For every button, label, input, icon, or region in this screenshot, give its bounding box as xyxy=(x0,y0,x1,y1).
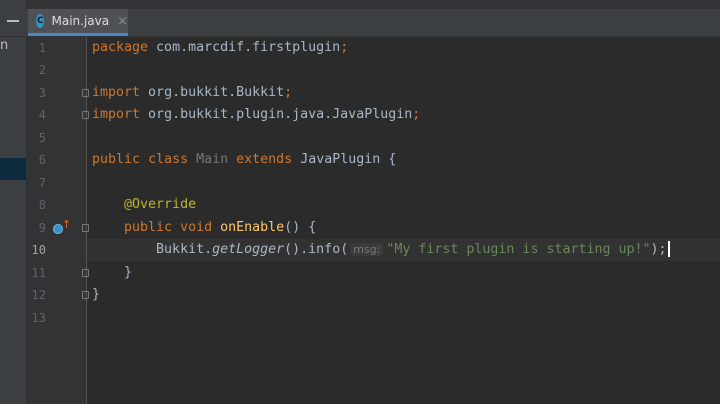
project-tool-strip: n xyxy=(0,0,26,404)
keyword-class: class xyxy=(148,152,189,167)
line-number: 4 xyxy=(38,108,46,122)
code-line-3: import org.bukkit.Bukkit; xyxy=(92,82,292,104)
override-arrow-icon[interactable]: ↑ xyxy=(62,219,71,231)
keyword-void: void xyxy=(180,220,213,235)
line-number: 11 xyxy=(31,266,46,280)
import-path: org.bukkit.Bukkit xyxy=(140,85,285,100)
code-editor[interactable]: package com.marcdif.firstplugin; import … xyxy=(87,37,720,404)
code-line-1: package com.marcdif.firstplugin; xyxy=(92,37,348,59)
keyword-extends: extends xyxy=(236,152,293,167)
code-line-12: } xyxy=(92,284,100,306)
line-number-current: 10 xyxy=(31,243,46,257)
method-name: onEnable xyxy=(220,220,285,235)
annotation-override: @Override xyxy=(124,197,197,212)
semicolon: ; xyxy=(412,107,421,122)
truncated-project-label: n xyxy=(0,38,9,53)
code-line-11: } xyxy=(92,262,132,284)
tab-main-java[interactable]: C Main.java × xyxy=(28,9,128,36)
getlogger-call: getLogger xyxy=(212,242,285,257)
code-line-9: public void onEnable() { xyxy=(92,217,316,239)
code-line-10: Bukkit.getLogger().info(msg: "My first pl… xyxy=(92,239,670,261)
line-number: 3 xyxy=(38,86,46,100)
close-tab-icon[interactable]: × xyxy=(117,14,128,29)
bukkit-ref: Bukkit. xyxy=(156,242,213,257)
java-class-icon: C xyxy=(36,14,45,28)
line-number: 7 xyxy=(38,176,46,190)
keyword-import: import xyxy=(92,107,141,122)
keyword-public: public xyxy=(124,220,173,235)
semicolon: ; xyxy=(340,40,349,55)
line-number-gutter[interactable]: 1 2 3 4 5 6 7 8 9 10 11 12 13 ↑ xyxy=(26,37,89,404)
tab-label: Main.java xyxy=(51,14,110,28)
line-number: 5 xyxy=(38,131,46,145)
project-tree-selection[interactable] xyxy=(0,158,26,180)
info-call: ().info( xyxy=(284,242,349,257)
minimize-icon[interactable] xyxy=(7,20,19,22)
line-number: 2 xyxy=(38,63,46,77)
code-line-8: @Override xyxy=(92,194,196,216)
line-number: 9 xyxy=(38,221,46,235)
class-name: Main xyxy=(196,152,229,167)
line-number: 6 xyxy=(38,153,46,167)
text-caret xyxy=(667,241,670,257)
tool-strip-header xyxy=(0,0,26,37)
string-literal: "My first plugin is starting up!" xyxy=(386,242,651,257)
import-path: org.bukkit.plugin.java.JavaPlugin xyxy=(140,107,413,122)
closing-brace: } xyxy=(92,287,101,302)
line-number: 12 xyxy=(31,288,46,302)
code-line-6: public class Main extends JavaPlugin { xyxy=(92,149,396,171)
line-number: 13 xyxy=(31,311,46,325)
superclass: JavaPlugin { xyxy=(292,152,397,167)
editor-tab-bar: C Main.java × xyxy=(26,0,720,37)
keyword-import: import xyxy=(92,85,141,100)
line-number: 1 xyxy=(38,41,46,55)
code-line-4: import org.bukkit.plugin.java.JavaPlugin… xyxy=(92,104,420,126)
closing-brace: } xyxy=(124,265,133,280)
line-number: 8 xyxy=(38,198,46,212)
method-signature: () { xyxy=(284,220,317,235)
keyword-public: public xyxy=(92,152,141,167)
package-name: com.marcdif.firstplugin xyxy=(148,40,341,55)
call-close: ); xyxy=(650,242,667,257)
keyword-package: package xyxy=(92,40,149,55)
semicolon: ; xyxy=(284,85,293,100)
parameter-hint: msg: xyxy=(350,243,384,256)
